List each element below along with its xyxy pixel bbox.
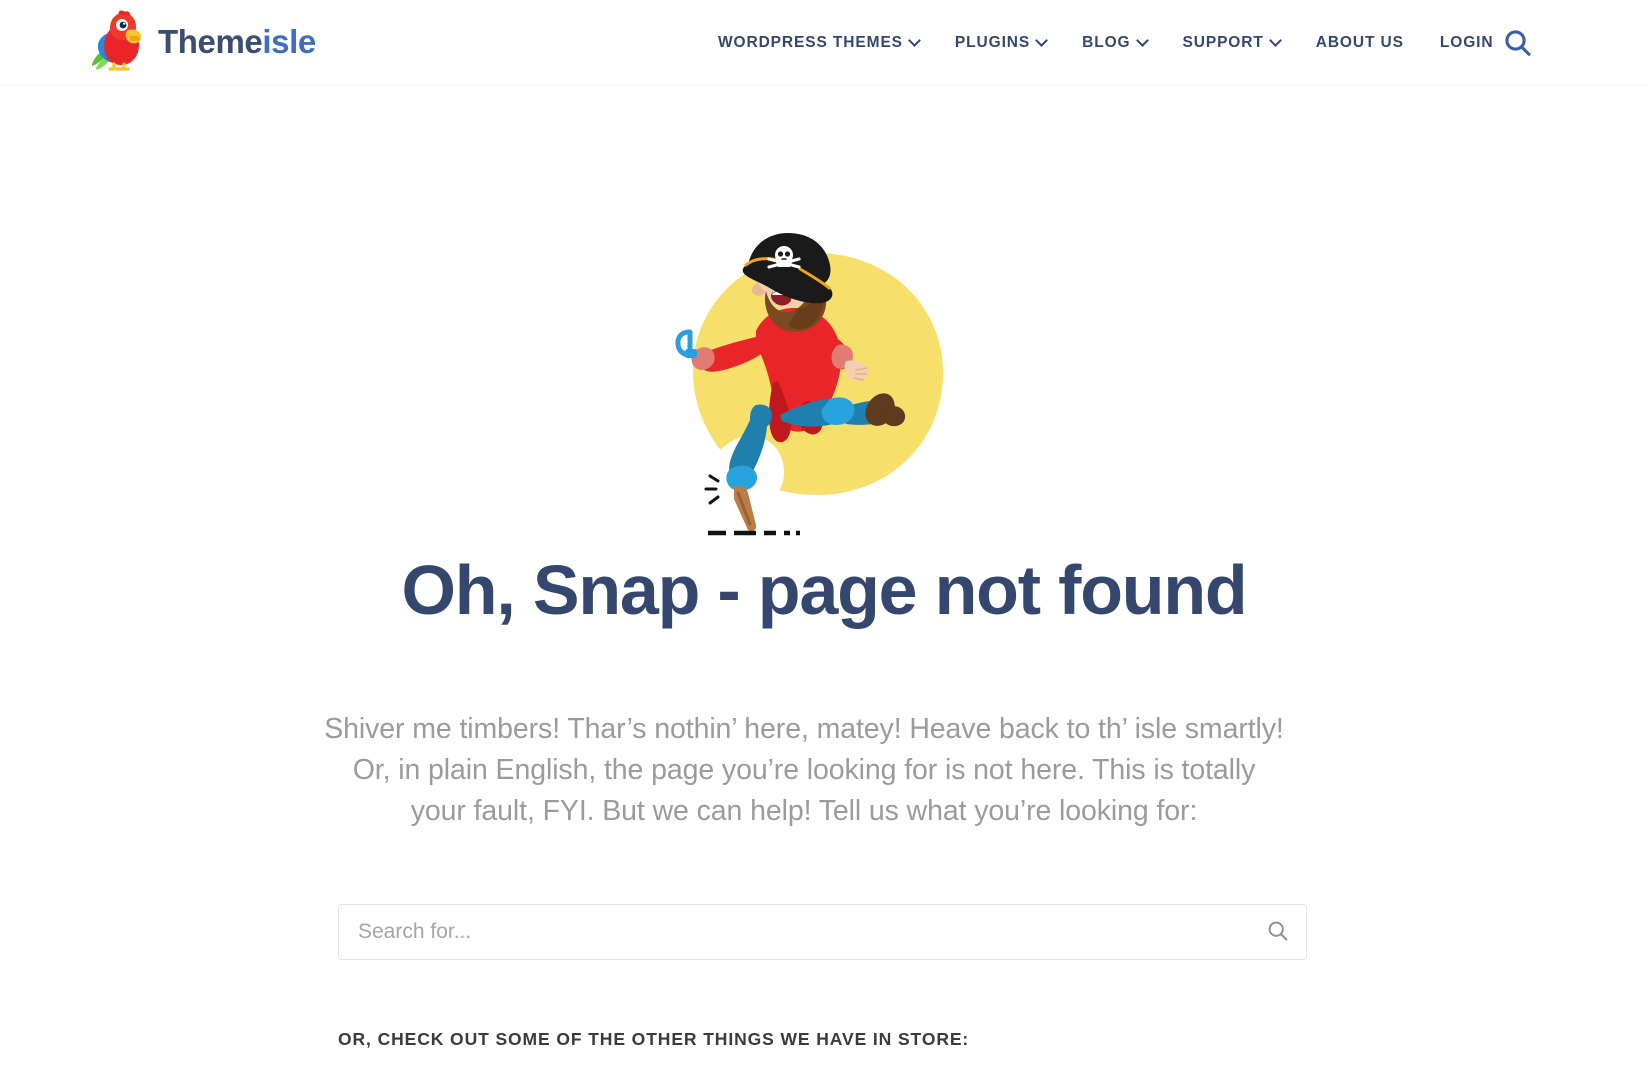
- search-icon: [1267, 920, 1289, 945]
- nav-item-support[interactable]: SUPPORT: [1165, 33, 1298, 52]
- parrot-logo-icon: [90, 10, 148, 72]
- site-header: Themeisle WORDPRESS THEMES PLUGINS BLOG …: [0, 0, 1648, 86]
- search-submit-button[interactable]: [1250, 905, 1306, 959]
- search-input[interactable]: [339, 905, 1250, 959]
- nav-label: PLUGINS: [954, 34, 1031, 51]
- chevron-down-icon: [908, 33, 921, 47]
- nav-label: BLOG: [1082, 34, 1131, 51]
- chevron-down-icon: [1035, 33, 1048, 47]
- nav-label: WORDPRESS THEMES: [718, 34, 903, 51]
- nav-item-blog[interactable]: BLOG: [1064, 33, 1164, 52]
- nav-item-plugins[interactable]: PLUGINS: [937, 33, 1064, 52]
- nav-item-about-us[interactable]: ABOUT US: [1298, 34, 1422, 52]
- chevron-down-icon: [1268, 33, 1282, 47]
- brand-wordmark: Themeisle: [158, 25, 316, 58]
- page-title: Oh, Snap - page not found: [401, 551, 1248, 629]
- search-icon: [1503, 28, 1533, 61]
- nav-label: LOGIN: [1439, 34, 1494, 51]
- brand-name-part1: Theme: [158, 22, 263, 60]
- error-description: Shiver me timbers! Thar’s nothin’ here, …: [324, 713, 1284, 827]
- other-options-heading: OR, CHECK OUT SOME OF THE OTHER THINGS W…: [338, 1029, 970, 1049]
- brand-name-part2: isle: [262, 22, 316, 60]
- page-main: Oh, Snap - page not found Shiver me timb…: [0, 86, 1648, 1071]
- site-logo-link[interactable]: Themeisle: [90, 10, 316, 72]
- nav-label: SUPPORT: [1182, 34, 1264, 51]
- nav-label: ABOUT US: [1315, 34, 1404, 51]
- search-form: [338, 904, 1307, 960]
- running-pirate-404-illustration: [660, 231, 980, 541]
- chevron-down-icon: [1135, 33, 1149, 47]
- header-search-button[interactable]: [1498, 24, 1538, 64]
- nav-item-wordpress-themes[interactable]: WORDPRESS THEMES: [700, 33, 937, 52]
- primary-navigation: WORDPRESS THEMES PLUGINS BLOG SUPPORT AB…: [700, 0, 1511, 86]
